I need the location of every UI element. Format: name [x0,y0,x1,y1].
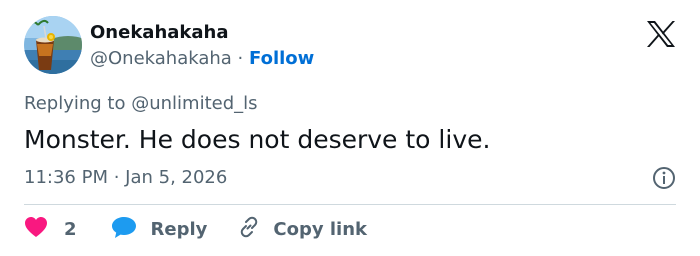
speech-bubble-icon [111,215,137,244]
x-logo-icon[interactable] [646,20,676,48]
tweet-timestamp[interactable]: 11:36 PM · Jan 5, 2026 [24,167,227,188]
like-button[interactable]: 2 [24,216,77,243]
handle-row: @Onekahakaha · Follow [90,48,314,69]
reply-button[interactable]: Reply [111,215,208,244]
avatar-image [24,16,82,74]
author-name[interactable]: Onekahakaha [90,22,228,43]
separator-dot: · [237,48,244,69]
divider [24,204,676,205]
tweet-card: Onekahakaha @Onekahakaha · Follow Replyi… [0,0,700,256]
avatar[interactable] [24,16,82,74]
tweet-text: Monster. He does not deserve to live. [24,125,491,154]
reply-context: Replying to @unlimited_ls [24,93,258,114]
heart-icon [24,216,48,243]
link-icon [237,215,261,244]
follow-button[interactable]: Follow [249,48,314,69]
reply-context-prefix: Replying to [24,93,126,114]
action-bar: 2 Reply Copy link [24,216,367,242]
reply-context-mention[interactable]: @unlimited_ls [131,93,257,114]
reply-label: Reply [150,218,208,240]
copy-link-label: Copy link [273,218,367,240]
copy-link-button[interactable]: Copy link [237,215,367,244]
like-count: 2 [64,218,77,240]
author-handle[interactable]: @Onekahakaha [90,48,232,69]
info-icon[interactable] [652,166,676,190]
